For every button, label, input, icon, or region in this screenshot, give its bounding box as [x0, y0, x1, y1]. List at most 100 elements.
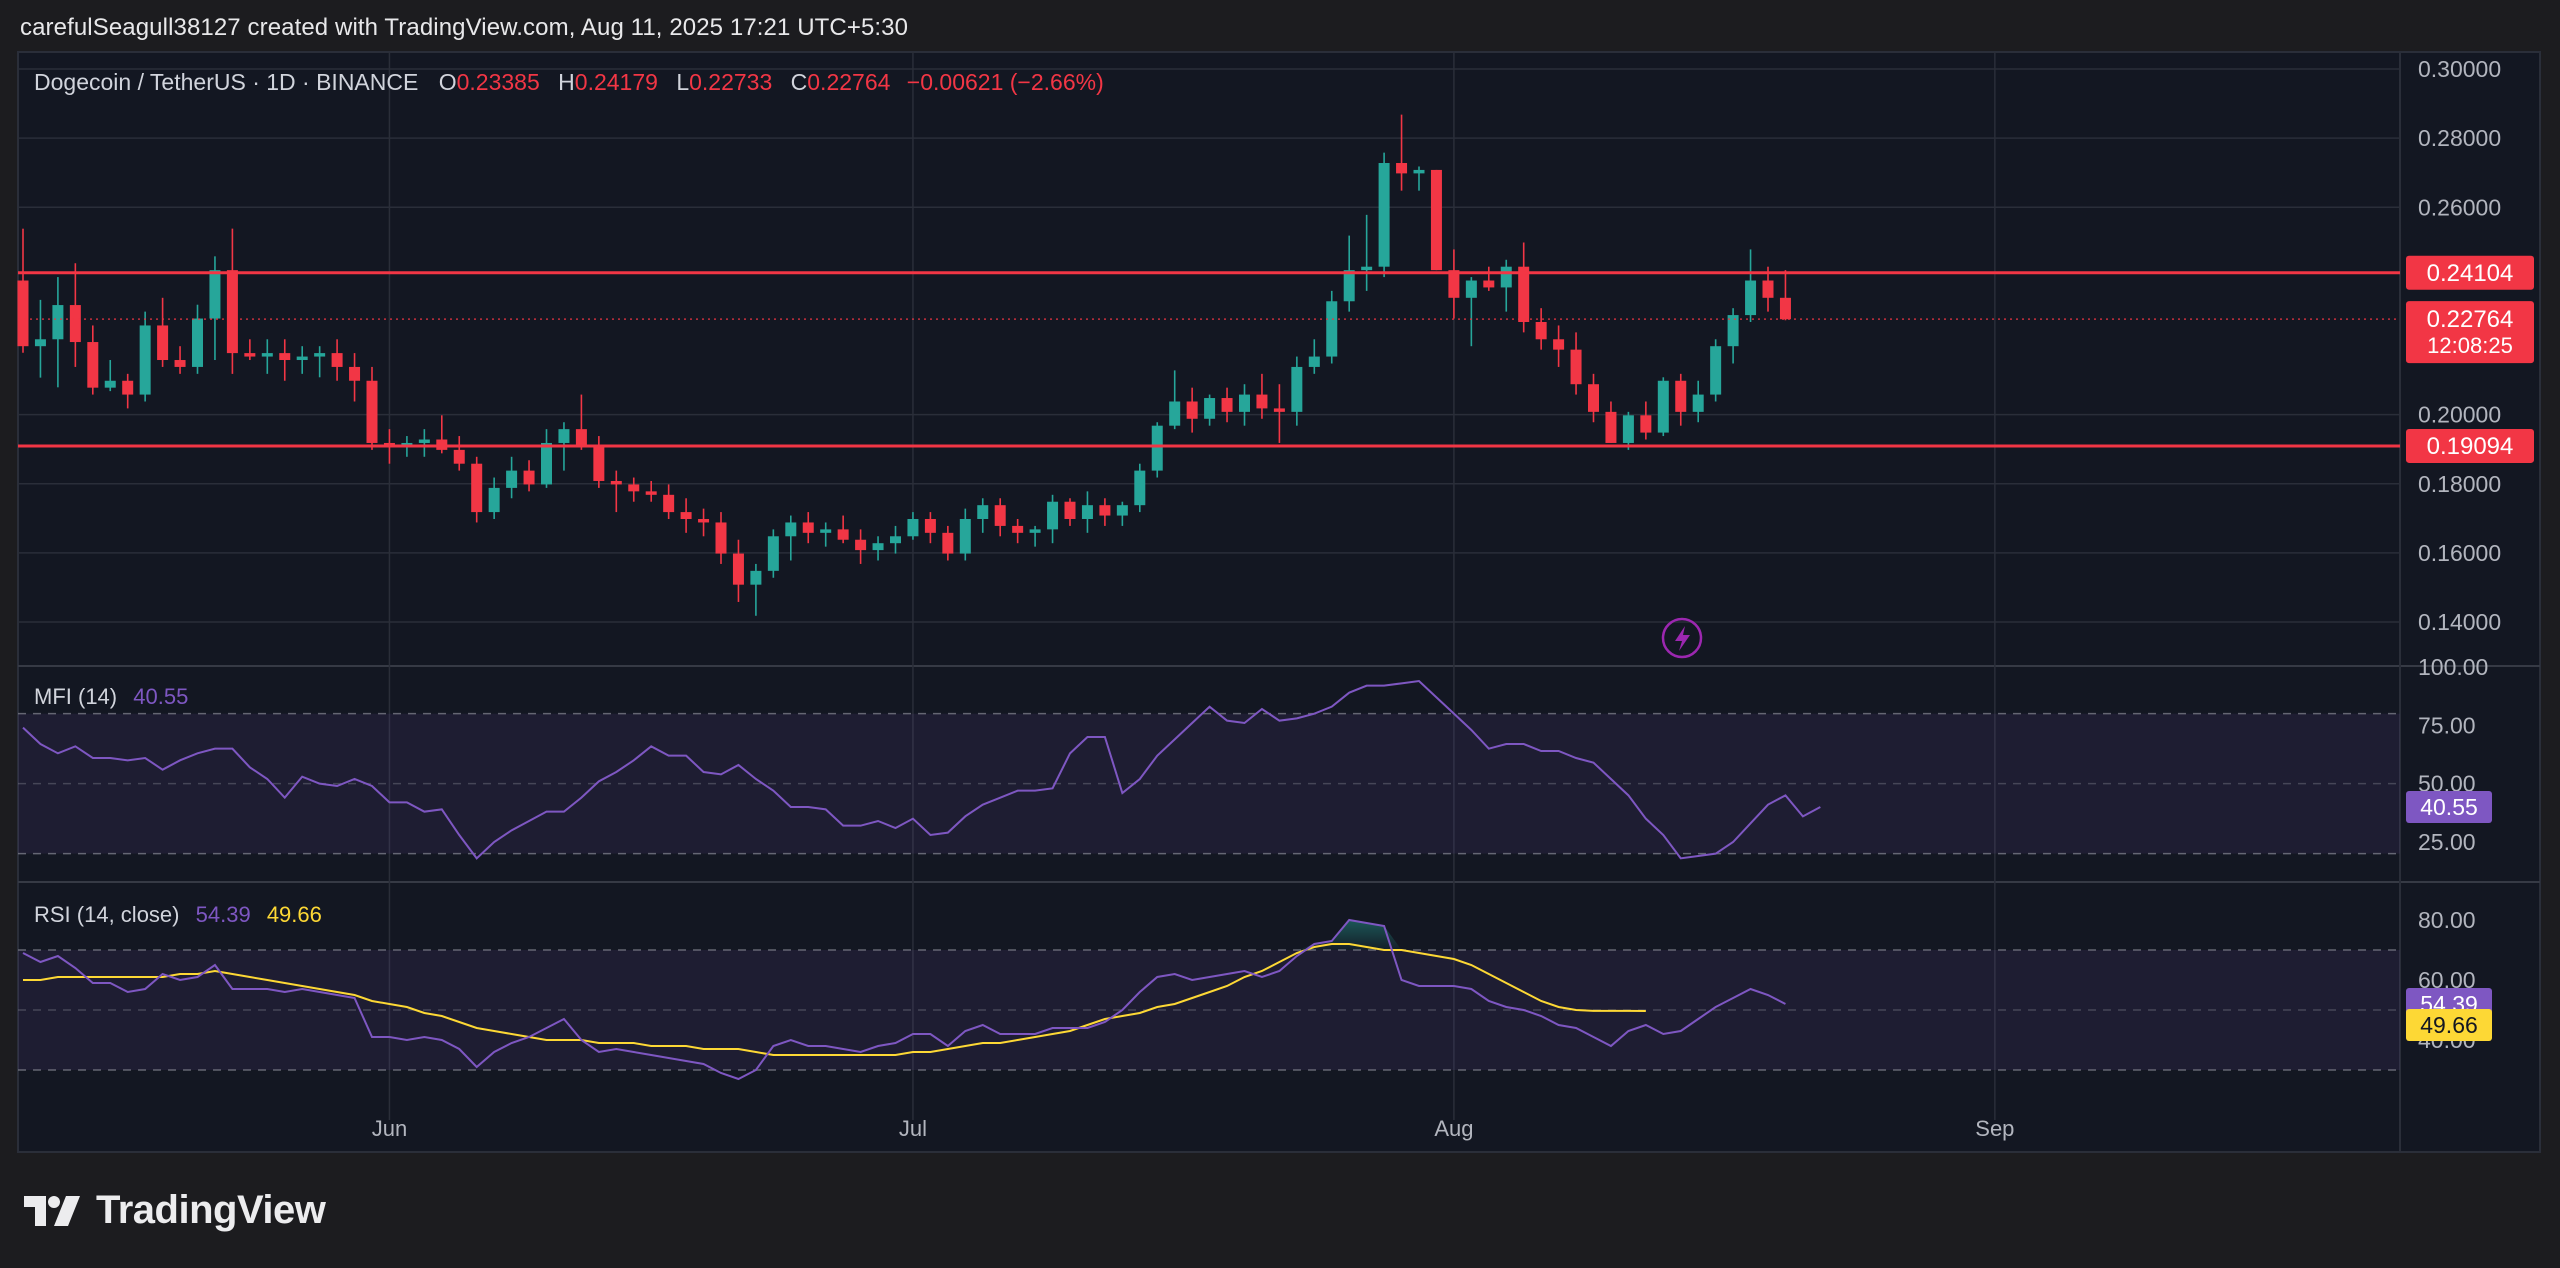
candle-body: [802, 522, 814, 533]
rsi-tick-label: 80.00: [2418, 907, 2476, 933]
mfi-tick-label: 100.00: [2418, 654, 2488, 680]
candle-up: [1326, 290, 1338, 364]
candle-body: [296, 356, 308, 361]
candle-body: [122, 380, 134, 395]
candle-body: [575, 429, 587, 447]
candle-body: [52, 305, 64, 340]
candle-up: [1710, 339, 1722, 402]
legend-l-label: L: [676, 69, 689, 95]
candle-body: [1081, 505, 1093, 520]
candle-body: [1012, 525, 1024, 533]
time-tick-label: Aug: [1434, 1116, 1473, 1141]
candle-down: [1430, 169, 1442, 271]
candle-body: [139, 325, 151, 395]
rsi-ma-value-tag-text: 49.66: [2420, 1012, 2478, 1038]
candle-body: [1570, 349, 1582, 385]
last-price-tag-text: 0.22764: [2427, 306, 2514, 333]
candle-body: [715, 522, 727, 554]
tradingview-logo-icon: [24, 1195, 80, 1226]
price-tick-label: 0.26000: [2418, 194, 2501, 220]
svg-text:RSI (14, close) 54.39: RSI (14, close) 54.39 49.66: [34, 902, 322, 927]
price-tick-label: 0.30000: [2418, 56, 2501, 82]
candle-body: [872, 543, 884, 551]
candle-up: [1151, 422, 1163, 478]
candle-body: [1553, 339, 1565, 350]
candle-body: [104, 380, 116, 388]
chart-canvas[interactable]: 0.30000 0.28000 0.26000 0.20000 0.18000 0.160…: [0, 0, 2560, 1268]
candle-body: [1256, 394, 1268, 409]
legend-h-value: 0.24179: [575, 69, 658, 95]
candle-body: [1675, 380, 1687, 412]
candle-body: [279, 353, 291, 361]
time-tick-label: Jun: [372, 1116, 407, 1141]
candle-body: [226, 270, 238, 354]
candle-body: [1361, 266, 1373, 271]
candle-body: [1535, 321, 1547, 340]
candle-body: [87, 342, 99, 388]
candle-body: [1099, 505, 1111, 516]
candle-body: [506, 470, 518, 488]
candle-body: [1239, 394, 1250, 412]
candle-body: [1186, 401, 1198, 419]
candle-body: [855, 539, 867, 551]
candle-body: [1640, 415, 1652, 433]
candle-body: [890, 536, 901, 544]
candle-body: [959, 519, 971, 554]
candle-body: [1483, 280, 1495, 288]
mfi-tick-label: 75.00: [2418, 712, 2476, 738]
candle-body: [1064, 501, 1076, 520]
candle-body: [523, 470, 535, 485]
legend-c-label: C: [791, 69, 808, 95]
rsi-title: RSI (14, close): [34, 902, 180, 927]
candle-body: [174, 360, 186, 367]
candle-body: [994, 505, 1006, 526]
candle-body: [349, 366, 361, 381]
legend-h-label: H: [558, 69, 575, 95]
candle-body: [680, 512, 692, 520]
candle-body: [1588, 384, 1599, 412]
mfi-value: 40.55: [133, 684, 188, 709]
price-tick-label: 0.28000: [2418, 125, 2501, 151]
candle-body: [1622, 415, 1634, 443]
tradingview-logo[interactable]: TradingView: [22, 1188, 326, 1233]
candle-body: [192, 318, 203, 367]
candle-body: [1029, 529, 1041, 533]
legend-o-label: O: [439, 69, 457, 95]
rsi-value: 54.39: [196, 902, 251, 927]
svg-text:MFI (14) 40.55: MFI (14) 40.55: [34, 684, 188, 709]
candle-body: [1779, 297, 1791, 320]
candle-body: [1430, 169, 1442, 271]
candle-body: [1413, 169, 1425, 174]
candle-body: [698, 519, 710, 523]
candle-up: [1134, 463, 1146, 513]
legend-l-value: 0.22733: [689, 69, 772, 95]
candle-body: [977, 505, 989, 520]
candle-body: [628, 484, 640, 492]
candle-body: [541, 442, 552, 485]
candle-body: [558, 429, 570, 443]
time-tick-label: Jul: [899, 1116, 927, 1141]
candle-body: [645, 491, 657, 495]
svg-text:Dogecoin / TetherUS · 1D · BIN: Dogecoin / TetherUS · 1D · BINANCE O0.23…: [34, 69, 1104, 95]
mfi-tick-label: 25.00: [2418, 829, 2476, 855]
candle-body: [1273, 408, 1285, 412]
candle-body: [1169, 401, 1181, 426]
candle-body: [1047, 501, 1059, 530]
level-price-tag-text: 0.19094: [2427, 433, 2514, 460]
candle-body: [837, 529, 849, 540]
candle-body: [1204, 398, 1216, 419]
legend-o-value: 0.23385: [457, 69, 540, 95]
candle-body: [1762, 280, 1774, 298]
candle-body: [750, 570, 762, 585]
candle-body: [820, 529, 832, 533]
candle-body: [209, 270, 221, 319]
candle-body: [1396, 163, 1408, 174]
level-price-tag-text: 0.24104: [2427, 260, 2514, 287]
candle-body: [785, 522, 797, 537]
candle-body: [663, 494, 675, 513]
legend-symbol: Dogecoin / TetherUS · 1D · BINANCE: [34, 69, 418, 95]
candle-body: [1500, 266, 1512, 288]
candle-body: [1221, 398, 1233, 412]
rsi-legend: RSI (14, close) 54.39 49.66: [34, 902, 322, 927]
candle-body: [1291, 366, 1303, 412]
